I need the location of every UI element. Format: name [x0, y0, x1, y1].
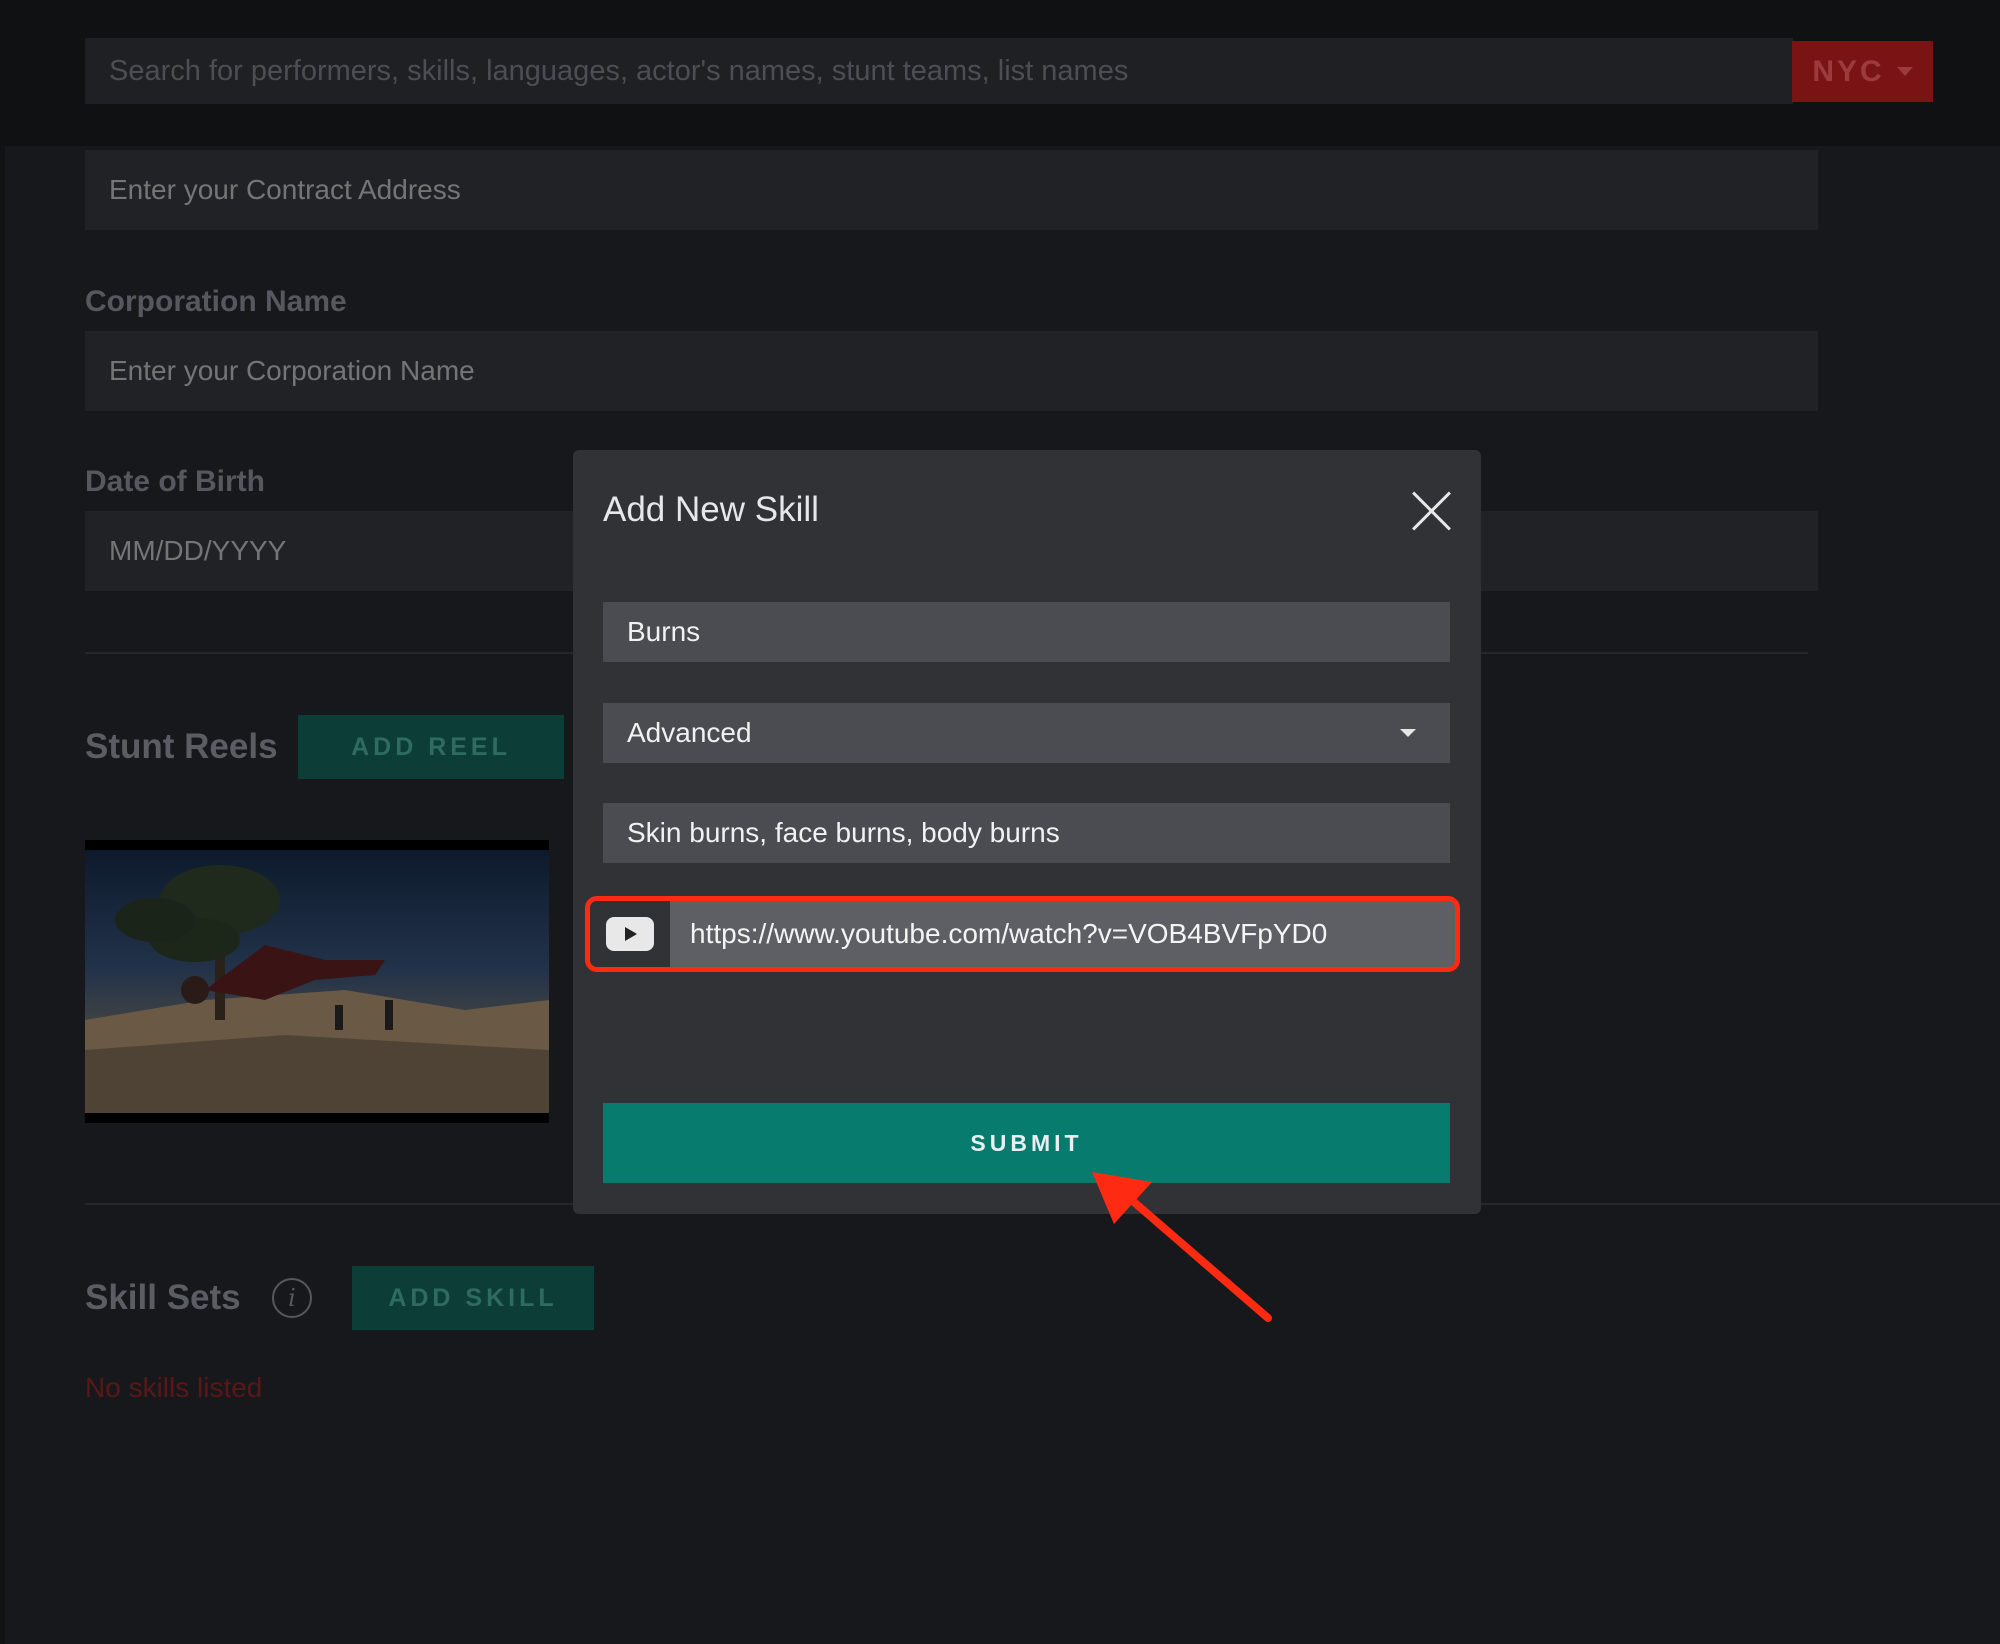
modal-title: Add New Skill — [603, 490, 819, 529]
skill-description-value: Skin burns, face burns, body burns — [627, 817, 1060, 848]
info-icon-glyph: i — [288, 1284, 296, 1312]
search-input[interactable] — [85, 38, 1793, 104]
add-skill-modal: Add New Skill Burns Advanced Skin burns,… — [573, 450, 1481, 1214]
skill-name-value: Burns — [627, 616, 701, 647]
city-label: NYC — [1812, 54, 1885, 88]
city-dropdown[interactable]: NYC — [1792, 41, 1933, 102]
close-icon[interactable] — [1410, 490, 1452, 532]
add-reel-label: ADD REEL — [351, 732, 511, 761]
corporation-label: Corporation Name — [85, 285, 347, 318]
arrow-annotation-icon — [1092, 1172, 1272, 1322]
empty-skills-message: No skills listed — [85, 1372, 263, 1403]
info-icon[interactable]: i — [272, 1278, 312, 1318]
reel-scene-art — [85, 865, 549, 1113]
caret-down-icon — [1400, 729, 1416, 737]
reel-thumbnail-image — [85, 850, 549, 1113]
youtube-icon-box — [590, 901, 670, 967]
submit-button[interactable]: SUBMIT — [603, 1103, 1450, 1183]
page-edge — [0, 146, 5, 1644]
skill-name-input[interactable]: Burns — [603, 602, 1450, 662]
add-skill-button[interactable]: ADD SKILL — [352, 1266, 594, 1330]
stunt-reels-title: Stunt Reels — [85, 727, 278, 766]
add-reel-button[interactable]: ADD REEL — [298, 715, 564, 779]
caret-down-icon — [1896, 67, 1913, 76]
dob-label: Date of Birth — [85, 465, 265, 498]
video-url-input[interactable]: https://www.youtube.com/watch?v=VOB4BVFp… — [585, 896, 1460, 972]
submit-label: SUBMIT — [970, 1129, 1083, 1156]
contract-address-field[interactable] — [85, 150, 1818, 230]
top-bar: NYC — [0, 0, 2000, 146]
add-skill-label: ADD SKILL — [388, 1283, 558, 1312]
reel-thumbnail[interactable] — [85, 840, 549, 1123]
skill-level-select[interactable]: Advanced — [603, 703, 1450, 763]
skill-level-value: Advanced — [627, 717, 752, 748]
youtube-icon — [606, 917, 654, 951]
skill-description-input[interactable]: Skin burns, face burns, body burns — [603, 803, 1450, 863]
skill-sets-title: Skill Sets — [85, 1278, 241, 1317]
video-url-value: https://www.youtube.com/watch?v=VOB4BVFp… — [690, 918, 1328, 949]
corporation-name-field[interactable] — [85, 331, 1818, 411]
